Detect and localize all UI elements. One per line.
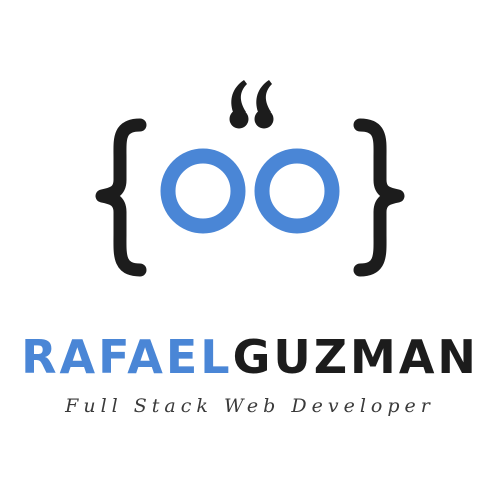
right-ring-icon bbox=[254, 148, 340, 234]
quote-mark-icon bbox=[229, 80, 274, 129]
left-ring-icon bbox=[160, 148, 246, 234]
curly-brace-right-icon bbox=[353, 118, 405, 277]
brand-tagline: Full Stack Web Developer bbox=[65, 395, 435, 417]
brand-name: RAFAELGUZMAN bbox=[0, 330, 500, 384]
brand-last-name: GUZMAN bbox=[232, 330, 479, 384]
logo-mark bbox=[95, 80, 405, 277]
brand-first-name: RAFAEL bbox=[21, 330, 233, 384]
curly-brace-left-icon bbox=[95, 118, 147, 277]
